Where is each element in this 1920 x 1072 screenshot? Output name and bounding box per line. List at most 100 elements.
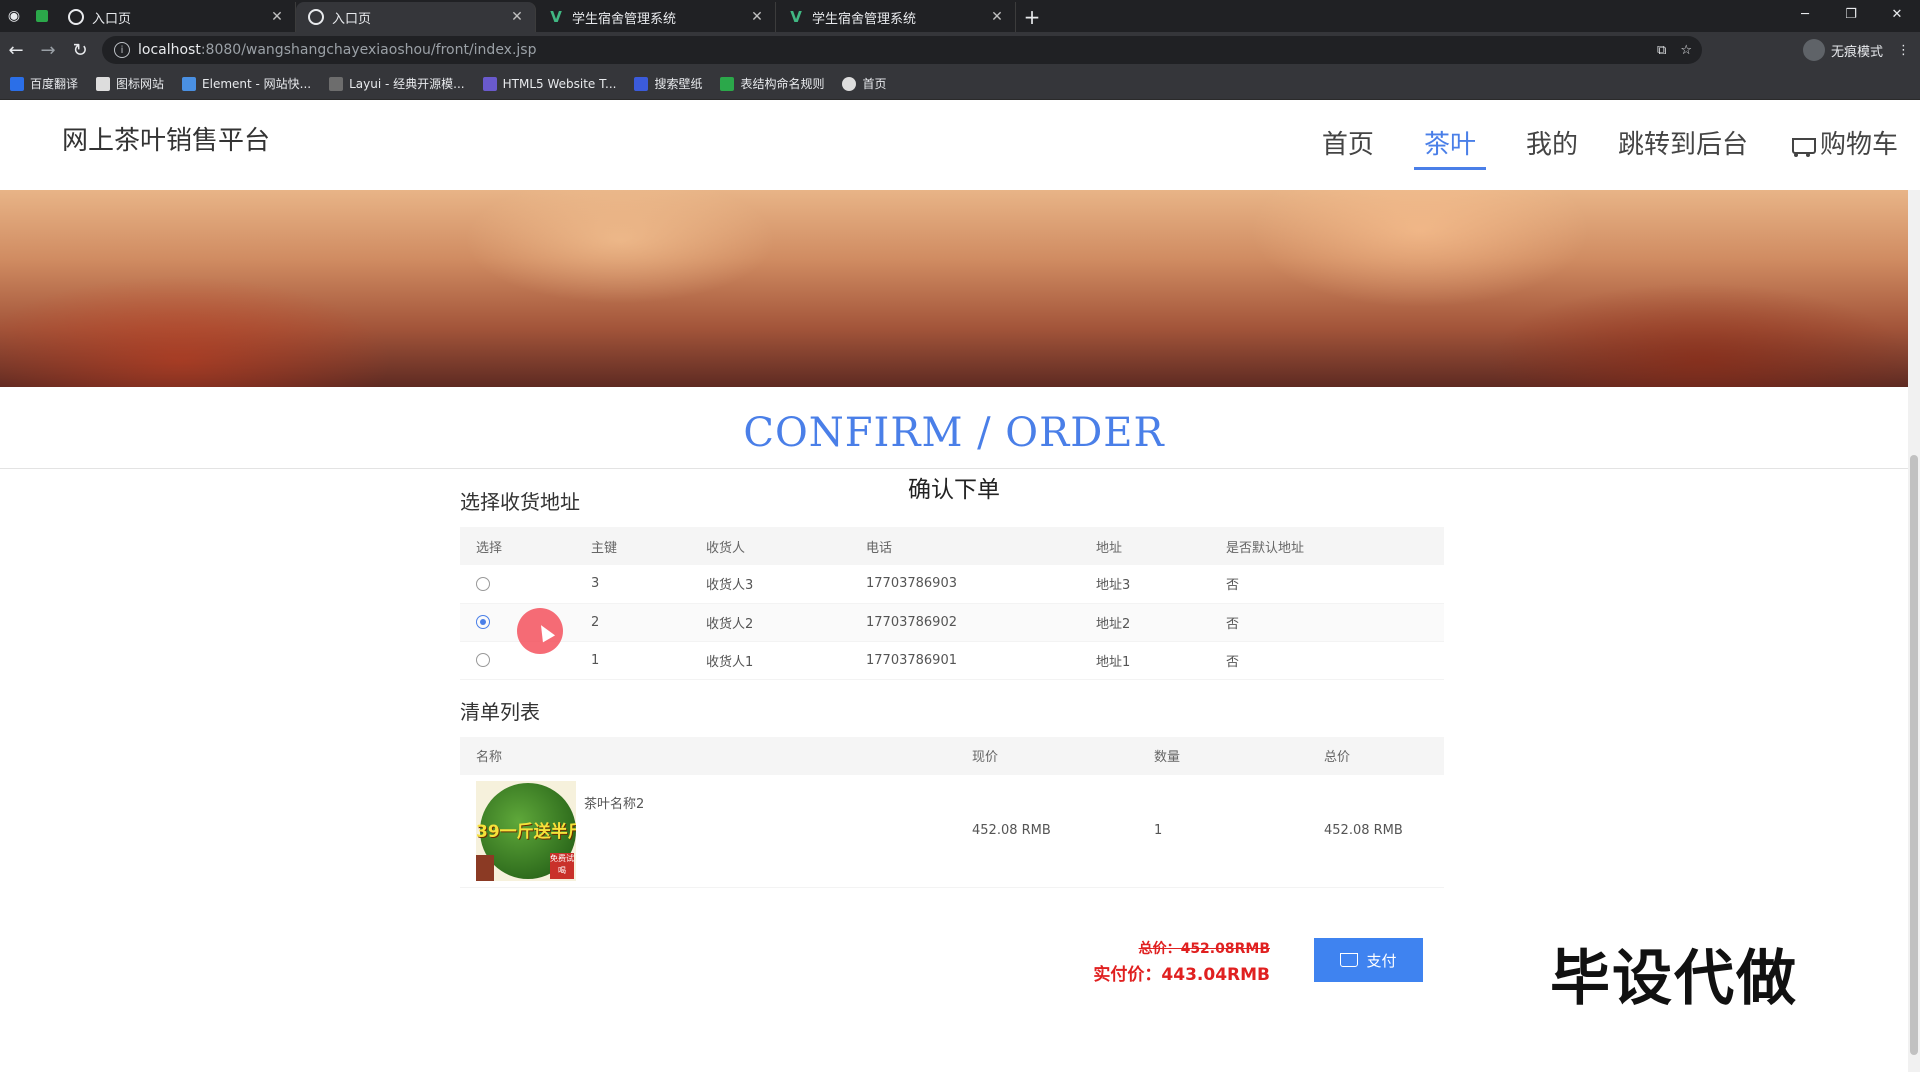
promo-text: 39一斤送半斤 — [476, 821, 576, 842]
address-addr: 地址2 — [1080, 603, 1210, 642]
product-image[interactable]: 39一斤送半斤 免费试喝 — [476, 780, 576, 881]
address-default: 否 — [1210, 603, 1444, 642]
address-id: 2 — [575, 603, 690, 642]
bookmark-item[interactable]: HTML5 Website T... — [482, 76, 617, 91]
cart-heading: 清单列表 — [460, 699, 540, 724]
package-image — [476, 854, 494, 881]
translate-icon[interactable]: ⧉ — [1657, 43, 1666, 58]
nav-mine[interactable]: 我的 — [1526, 124, 1578, 170]
table-row[interactable]: 1 收货人1 17703786901 地址1 否 — [460, 641, 1444, 680]
close-tab-icon[interactable]: ✕ — [749, 9, 765, 25]
profile-button[interactable]: 无痕模式 — [1802, 39, 1883, 61]
globe-icon — [68, 9, 84, 25]
address-radio[interactable] — [476, 576, 490, 591]
tab-title: 学生宿舍管理系统 — [572, 11, 677, 27]
nav-home[interactable]: 首页 — [1322, 124, 1374, 170]
tab-0[interactable]: 入口页 ✕ — [56, 2, 296, 32]
bookmark-label: 首页 — [862, 77, 887, 91]
tab-1[interactable]: 入口页 ✕ — [296, 2, 536, 32]
tab-title: 入口页 — [92, 11, 132, 27]
close-tab-icon[interactable]: ✕ — [509, 9, 525, 25]
section-title-en: CONFIRM / ORDER — [743, 410, 1165, 456]
table-row[interactable]: 2 收货人2 17703786902 地址2 否 — [460, 603, 1444, 642]
address-table: 选择 主键 收货人 电话 地址 是否默认地址 3 收货人3 1770378690… — [460, 527, 1444, 680]
address-bar-row: ← → ↻ i localhost:8080/wangshangchayexia… — [0, 32, 1920, 68]
column-header: 主键 — [575, 527, 690, 565]
bookmark-item[interactable]: Layui - 经典开源模... — [329, 75, 465, 92]
actual-total: 实付价：443.04RMB — [1093, 965, 1270, 985]
incognito-icon — [1802, 39, 1825, 61]
order-content: 选择收货地址 选择 主键 收货人 电话 地址 是否默认地址 3 收货人3 177… — [460, 486, 1444, 888]
nav-cart[interactable]: 购物车 — [1788, 124, 1898, 170]
column-header: 是否默认地址 — [1210, 527, 1444, 565]
close-tab-icon[interactable]: ✕ — [269, 9, 285, 25]
globe-icon — [842, 76, 857, 91]
bookmark-star-icon[interactable]: ☆ — [1680, 43, 1692, 58]
back-arrow-icon[interactable]: ← — [0, 34, 32, 66]
bookmark-label: 图标网站 — [116, 77, 165, 91]
html5-icon — [482, 76, 497, 91]
cart-table: 名称 现价 数量 总价 39一斤送半斤 免费试喝 茶叶名称2 452.08 RM… — [460, 736, 1444, 888]
reload-icon[interactable]: ↻ — [64, 34, 96, 66]
address-addr: 地址1 — [1080, 641, 1210, 680]
address-default: 否 — [1210, 641, 1444, 680]
scrollbar-thumb[interactable] — [1910, 455, 1918, 1055]
bookmark-item[interactable]: 表结构命名规则 — [720, 75, 824, 92]
address-name: 收货人2 — [690, 603, 850, 642]
table-header-row: 名称 现价 数量 总价 — [460, 736, 1444, 775]
tab-3[interactable]: V 学生宿舍管理系统 ✕ — [776, 2, 1016, 32]
kebab-menu-icon[interactable]: ⋮ — [1897, 43, 1910, 58]
bookmark-item[interactable]: 搜索壁纸 — [634, 75, 702, 92]
element-logo-icon — [182, 76, 197, 91]
minimize-icon[interactable]: ─ — [1782, 0, 1828, 28]
column-header: 电话 — [850, 527, 1080, 565]
bookmark-item[interactable]: 图标网站 — [96, 75, 164, 92]
scrollbar[interactable] — [1908, 190, 1920, 1072]
bookmark-label: 搜索壁纸 — [654, 77, 703, 91]
column-header: 总价 — [1308, 736, 1444, 775]
url-path: :8080/wangshangchayexiaoshou/front/index… — [200, 42, 537, 58]
address-radio-selected[interactable] — [476, 615, 490, 629]
address-phone: 17703786902 — [850, 603, 1080, 642]
address-default: 否 — [1210, 565, 1444, 604]
address-radio[interactable] — [476, 653, 490, 667]
bookmark-item[interactable]: 首页 — [842, 75, 887, 92]
pinned-tab-icon[interactable] — [28, 0, 56, 32]
bookmark-label: 表结构命名规则 — [740, 77, 825, 91]
info-icon[interactable]: i — [114, 42, 130, 58]
address-id: 3 — [575, 565, 690, 604]
close-tab-icon[interactable]: ✕ — [989, 9, 1005, 25]
browser-menu-icon[interactable]: ◉ — [0, 0, 28, 32]
wallpaper-icon — [634, 76, 649, 91]
nav-admin[interactable]: 跳转到后台 — [1618, 124, 1748, 170]
pay-label: 支付 — [1366, 952, 1397, 970]
bookmarks-bar: 百度翻译 图标网站 Element - 网站快... Layui - 经典开源模… — [0, 68, 1920, 100]
main-nav: 首页 茶叶 我的 跳转到后台 购物车 — [1322, 124, 1898, 170]
site-header: 网上茶叶销售平台 首页 茶叶 我的 跳转到后台 购物车 — [0, 100, 1908, 190]
column-header: 地址 — [1080, 527, 1210, 565]
cart-icon — [1788, 134, 1816, 158]
bookmark-label: HTML5 Website T... — [502, 76, 617, 91]
nav-tea[interactable]: 茶叶 — [1413, 124, 1486, 170]
address-radio-cell — [460, 565, 575, 604]
site-logo[interactable]: 网上茶叶销售平台 — [62, 120, 270, 157]
forward-arrow-icon[interactable]: → — [32, 34, 64, 66]
bookmark-item[interactable]: Element - 网站快... — [182, 75, 311, 92]
watermark-text: 毕设代做 — [1550, 944, 1798, 1014]
address-phone: 17703786901 — [850, 641, 1080, 680]
close-window-icon[interactable]: ✕ — [1874, 0, 1920, 28]
address-name: 收货人3 — [690, 565, 850, 604]
tab-title: 入口页 — [332, 11, 372, 27]
hero-banner — [0, 190, 1908, 387]
restore-icon[interactable]: ❐ — [1828, 0, 1874, 28]
address-heading: 选择收货地址 — [460, 490, 580, 514]
new-tab-button[interactable]: + — [1016, 2, 1048, 32]
table-row[interactable]: 3 收货人3 17703786903 地址3 否 — [460, 565, 1444, 604]
bookmark-item[interactable]: 百度翻译 — [10, 75, 78, 92]
pay-button[interactable]: 支付 — [1314, 938, 1423, 982]
url-host: localhost — [138, 42, 201, 58]
table-row: 39一斤送半斤 免费试喝 茶叶名称2 452.08 RMB 1 452.08 R… — [460, 774, 1444, 888]
tab-2[interactable]: V 学生宿舍管理系统 ✕ — [536, 2, 776, 32]
url-input[interactable]: i localhost:8080/wangshangchayexiaoshou/… — [102, 36, 1702, 64]
column-header: 名称 — [460, 736, 956, 775]
